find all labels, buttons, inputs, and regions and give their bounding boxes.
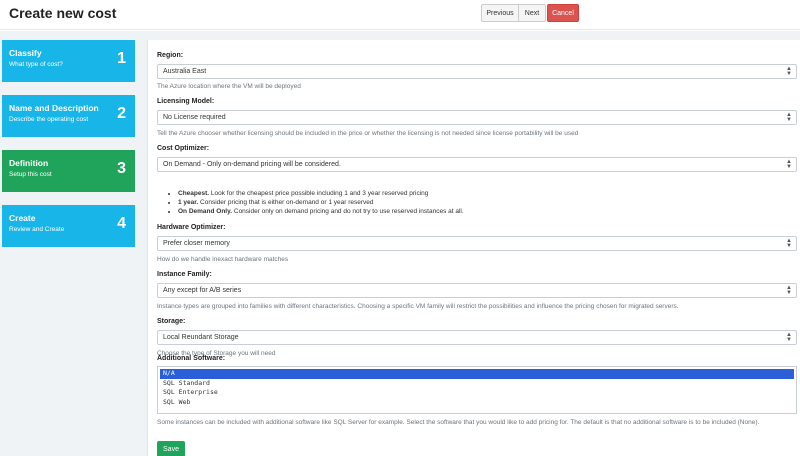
select-caret-icon: ▲ ▼ [786,66,792,77]
page-title: Create new cost [9,5,117,21]
cost-optimizer-options-list: Cheapest. Look for the cheapest price po… [178,189,464,216]
cost-optimizer-value: On Demand - Only on-demand pricing will … [163,161,341,168]
additional-software-label: Additional Software: [157,355,226,362]
instance-family-label: Instance Family: [157,271,212,278]
step-subtitle: Setup this cost [9,171,52,178]
step-definition[interactable]: Definition Setup this cost 3 [2,150,135,192]
licensing-help: Tell the Azure chooser whether licensing… [157,130,579,137]
list-item: Cheapest. Look for the cheapest price po… [178,189,464,198]
additional-software-listbox[interactable]: N/A SQL Standard SQL Enterprise SQL Web [157,366,797,414]
content-area: Region: Australia East ▲ ▼ The Azure loca… [143,31,800,456]
storage-value: Local Reundant Storage [163,334,239,341]
list-item: On Demand Only. Consider only on demand … [178,207,464,216]
step-classify[interactable]: Classify What type of cost? 1 [2,40,135,82]
step-subtitle: Review and Create [9,226,65,233]
step-title: Definition [9,158,49,168]
step-name-and-description[interactable]: Name and Description Describe the operat… [2,95,135,137]
step-number: 1 [117,50,126,67]
listbox-option[interactable]: N/A [160,369,794,379]
region-select[interactable]: Australia East ▲ ▼ [157,64,797,79]
region-value: Australia East [163,68,207,75]
step-number: 2 [117,105,126,122]
cost-optimizer-label: Cost Optimizer: [157,145,210,152]
step-subtitle: What type of cost? [9,61,63,68]
licensing-select[interactable]: No License required ▲ ▼ [157,110,797,125]
list-item: 1 year. Consider pricing that is either … [178,198,464,207]
step-create[interactable]: Create Review and Create 4 [2,205,135,247]
instance-family-select[interactable]: Any except for A/B series ▲ ▼ [157,283,797,298]
step-title: Classify [9,48,42,58]
hardware-optimizer-label: Hardware Optimizer: [157,224,226,231]
cost-optimizer-select[interactable]: On Demand - Only on-demand pricing will … [157,157,797,172]
save-button[interactable]: Save [157,441,185,456]
additional-software-help: Some instances can be included with addi… [157,419,760,426]
select-caret-icon: ▲ ▼ [786,238,792,249]
select-caret-icon: ▲ ▼ [786,285,792,296]
licensing-value: No License required [163,114,226,121]
hardware-optimizer-value: Prefer closer memory [163,240,230,247]
hardware-optimizer-select[interactable]: Prefer closer memory ▲ ▼ [157,236,797,251]
listbox-option[interactable]: SQL Enterprise [160,388,794,398]
wizard-nav-group: Previous Next [481,4,546,22]
listbox-option[interactable]: SQL Standard [160,379,794,389]
select-caret-icon: ▲ ▼ [786,332,792,343]
instance-family-help: Instance types are grouped into families… [157,303,679,310]
listbox-option[interactable]: SQL Web [160,398,794,408]
hardware-optimizer-help: How do we handle inexact hardware matche… [157,256,289,263]
step-number: 3 [117,160,126,177]
instance-family-value: Any except for A/B series [163,287,242,294]
step-number: 4 [117,215,126,232]
previous-button[interactable]: Previous [481,4,519,22]
storage-select[interactable]: Local Reundant Storage ▲ ▼ [157,330,797,345]
next-button[interactable]: Next [519,4,546,22]
step-title: Create [9,213,36,223]
select-caret-icon: ▲ ▼ [786,159,792,170]
wizard-steps-sidebar: Classify What type of cost? 1 Name and D… [0,31,143,456]
cancel-button[interactable]: Cancel [547,4,579,22]
definition-form: Region: Australia East ▲ ▼ The Azure loca… [147,40,800,456]
region-label: Region: [157,52,184,59]
step-title: Name and Description [9,103,99,113]
select-caret-icon: ▲ ▼ [786,112,792,123]
storage-label: Storage: [157,318,186,325]
licensing-label: Licensing Model: [157,98,215,105]
page-header: Create new cost Previous Next Cancel [0,0,800,30]
step-subtitle: Describe the operating cost [9,116,89,123]
region-help: The Azure location where the VM will be … [157,83,301,90]
